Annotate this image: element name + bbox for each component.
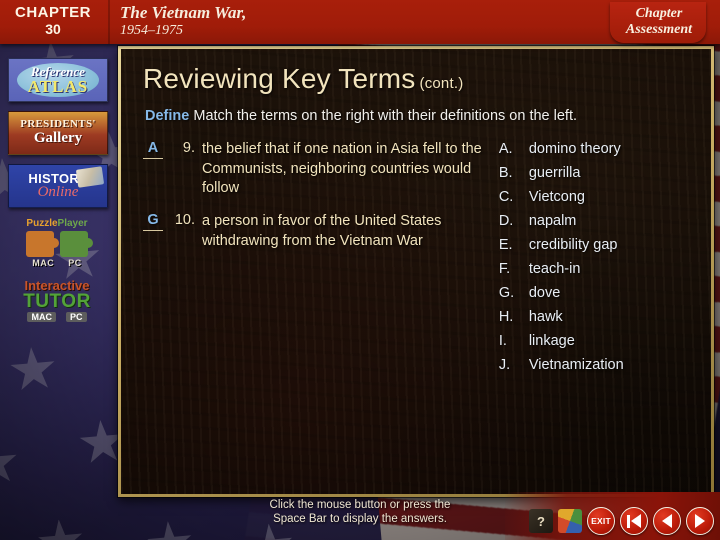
puzzle-player-line1: Puzzle <box>26 218 58 229</box>
puzzle-player-title: PuzzlePlayer <box>8 219 106 229</box>
interactive-tutor-mac: MAC <box>27 312 56 322</box>
navigation-bar: ? EXIT <box>529 507 714 535</box>
puzzle-player-line2: Player <box>57 218 88 229</box>
option-d-letter: D. <box>498 213 514 230</box>
option-e-letter: E. <box>498 237 513 254</box>
presidents-gallery-line1: PRESIDENTS' <box>20 118 96 131</box>
question-number-10: 10. <box>174 212 195 229</box>
option-j-term: Vietnamization <box>528 357 624 374</box>
page-title-text: Reviewing Key Terms <box>143 63 416 94</box>
sidebar: Reference ATLAS PRESIDENTS' Gallery HIST… <box>8 58 108 331</box>
option-b-term: guerrilla <box>528 165 581 182</box>
question-item: A 9. the belief that if one nation in As… <box>143 140 485 198</box>
chapter-label: CHAPTER 30 <box>8 4 98 37</box>
option-j-letter: J. <box>498 357 511 374</box>
unit-title-main: The Vietnam War, <box>120 3 247 22</box>
question-column: A 9. the belief that if one nation in As… <box>143 140 485 381</box>
answer-blank-10[interactable]: G <box>143 212 163 232</box>
option-d: D. napalm <box>499 213 697 229</box>
sidebar-item-puzzle-player[interactable]: PuzzlePlayer MAC PC <box>8 217 106 268</box>
option-b-letter: B. <box>498 165 513 182</box>
option-c-term: Vietcong <box>528 189 585 206</box>
define-text: Match the terms on the right with their … <box>193 108 578 124</box>
option-a: A. domino theory <box>499 141 697 157</box>
chapter-assessment-line2: Assessment <box>625 22 692 38</box>
chapter-assessment-line1: Chapter <box>635 6 683 21</box>
skip-back-icon <box>627 514 641 528</box>
answer-blank-9[interactable]: A <box>143 140 163 160</box>
option-e-term: credibility gap <box>528 237 618 254</box>
option-f-term: teach-in <box>528 261 581 278</box>
option-i: I. linkage <box>499 333 697 349</box>
unit-title: The Vietnam War, 1954–1975 <box>120 3 246 40</box>
interactive-tutor-pc: PC <box>65 312 87 322</box>
question-item: G 10. a person in favor of the United St… <box>143 212 485 251</box>
previous-slide-button[interactable] <box>653 507 681 535</box>
question-text-9: the belief that if one nation in Asia fe… <box>202 141 482 196</box>
question-text-10: a person in favor of the United States w… <box>202 213 442 249</box>
option-e: E. credibility gap <box>499 237 697 253</box>
presidents-gallery-line2: Gallery <box>33 130 83 147</box>
header-divider <box>108 0 110 44</box>
option-g-term: dove <box>528 285 561 302</box>
chapter-number: 30 <box>45 21 61 38</box>
arrow-left-icon <box>662 514 672 528</box>
option-i-term: linkage <box>528 333 575 350</box>
option-c: C. Vietcong <box>499 189 697 205</box>
interactive-tutor-line2: TUTOR <box>23 291 91 312</box>
option-d-term: napalm <box>528 213 577 230</box>
help-icon-glyph: ? <box>537 513 545 529</box>
option-i-letter: I. <box>498 333 507 350</box>
option-b: B. guerrilla <box>499 165 697 181</box>
puzzle-piece-icons <box>8 231 106 257</box>
options-column: A. domino theory B. guerrilla C. Vietcon… <box>499 140 697 381</box>
option-h-term: hawk <box>528 309 563 326</box>
chapter-word: CHAPTER <box>14 4 91 21</box>
option-c-letter: C. <box>498 189 514 206</box>
open-book-icon <box>75 166 105 188</box>
puzzle-piece-orange-icon <box>26 231 59 257</box>
first-slide-button[interactable] <box>620 507 648 535</box>
matching-exercise: A 9. the belief that if one nation in As… <box>143 140 697 381</box>
reference-atlas-line2: ATLAS <box>27 77 89 96</box>
question-number-9: 9. <box>182 140 195 157</box>
next-slide-button[interactable] <box>686 507 714 535</box>
sidebar-item-reference-atlas[interactable]: Reference ATLAS <box>8 58 108 102</box>
sidebar-item-interactive-tutor[interactable]: Interactive TUTOR MAC PC <box>8 277 106 322</box>
puzzle-player-pc: PC <box>68 258 82 268</box>
puzzle-piece-green-icon <box>60 231 93 257</box>
windows-icon[interactable] <box>558 509 582 533</box>
option-f-letter: F. <box>498 261 511 278</box>
history-online-line2: Online <box>37 183 79 200</box>
arrow-right-icon <box>695 514 705 528</box>
exit-button-label: EXIT <box>591 516 611 526</box>
content-panel: Reviewing Key Terms (cont.) Define Match … <box>118 46 714 497</box>
page-title-suffix: (cont.) <box>419 75 464 92</box>
unit-title-years: 1954–1975 <box>120 23 183 39</box>
slide-canvas: CHAPTER 30 The Vietnam War, 1954–1975 Ch… <box>0 0 720 540</box>
define-instruction: Define Match the terms on the right with… <box>145 107 665 126</box>
puzzle-player-platforms: MAC PC <box>8 258 106 268</box>
exit-button[interactable]: EXIT <box>587 507 615 535</box>
option-j: J. Vietnamization <box>499 357 697 373</box>
puzzle-player-mac: MAC <box>32 258 55 268</box>
define-label: Define <box>145 108 190 124</box>
option-h: H. hawk <box>499 309 697 325</box>
option-a-letter: A. <box>498 141 513 158</box>
option-g: G. dove <box>499 285 697 301</box>
option-g-letter: G. <box>498 285 515 302</box>
option-h-letter: H. <box>498 309 514 326</box>
option-f: F. teach-in <box>499 261 697 277</box>
page-title: Reviewing Key Terms (cont.) <box>143 63 697 95</box>
interactive-tutor-platforms: MAC PC <box>8 312 106 322</box>
sidebar-item-history-online[interactable]: HISTORY Online <box>8 164 108 208</box>
chapter-assessment-tab[interactable]: Chapter Assessment <box>609 2 706 44</box>
help-icon[interactable]: ? <box>529 509 553 533</box>
sidebar-item-presidents-gallery[interactable]: PRESIDENTS' Gallery <box>8 111 108 155</box>
option-a-term: domino theory <box>528 141 621 158</box>
